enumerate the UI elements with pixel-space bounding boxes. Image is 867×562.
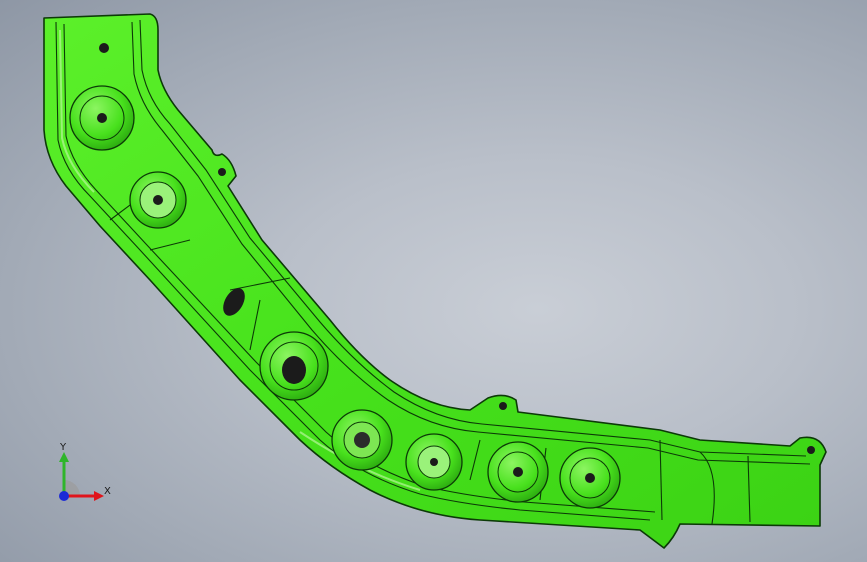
boss-7[interactable] (559, 447, 621, 509)
tab-hole (218, 168, 226, 176)
boss-1[interactable] (69, 85, 135, 151)
control-arm-part[interactable] (0, 0, 867, 562)
small-hole (99, 43, 109, 53)
tab-hole (499, 402, 507, 410)
graphics-viewport[interactable]: Y X (0, 0, 867, 562)
tab-hole (807, 446, 815, 454)
coordinate-triad: Y X (44, 440, 124, 510)
boss-4[interactable] (331, 409, 393, 471)
boss-2[interactable] (129, 171, 187, 229)
x-axis-label: X (104, 486, 111, 497)
boss-5[interactable] (405, 433, 463, 491)
boss-3[interactable] (259, 331, 329, 401)
y-axis-label: Y (60, 442, 67, 453)
boss-6[interactable] (487, 441, 549, 503)
triad-icon (59, 452, 104, 501)
